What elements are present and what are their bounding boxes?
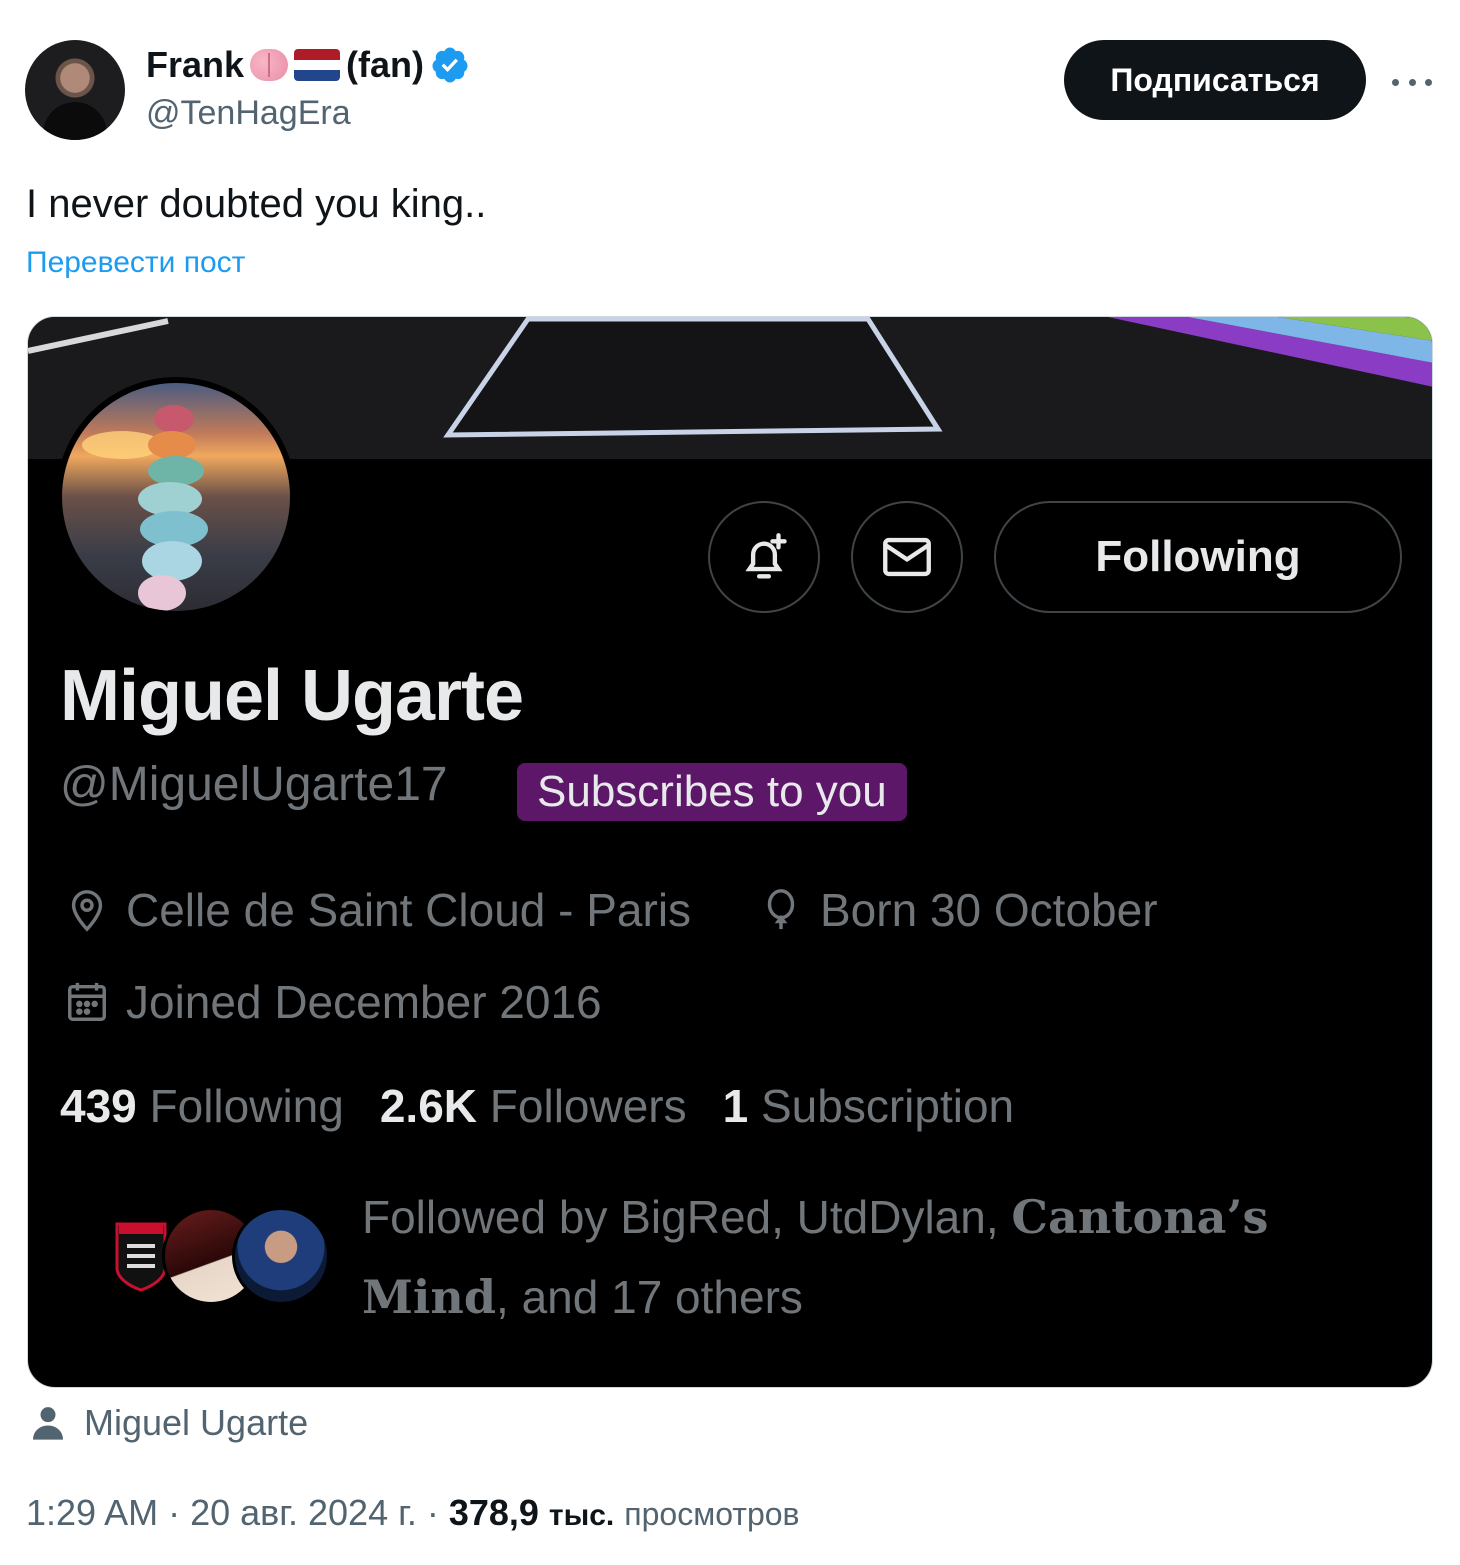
author-name-row[interactable]: Frank (fan) [146,42,470,88]
author-name-suffix[interactable]: (fan) [346,44,424,86]
subscribe-button[interactable]: Подписаться [1064,40,1366,120]
notify-button[interactable] [708,501,820,613]
more-options-icon[interactable] [1392,62,1432,102]
tweet-text: I never doubted you king.. [26,182,487,226]
avatar-cantonas-mind [232,1207,330,1305]
followers-stat[interactable]: 2.6K Followers [380,1079,687,1133]
following-button[interactable]: Following [994,501,1402,613]
profile-name: Miguel Ugarte [60,656,524,736]
media-author-name[interactable]: Miguel Ugarte [84,1402,308,1444]
tweet-meta-row: 1:29 AM · 20 авг. 2024 г. · 378,9 тыс. п… [26,1492,800,1534]
stats-row: 439 Following 2.6K Followers 1 Subscript… [60,1079,1014,1133]
author-name[interactable]: Frank [146,44,244,86]
profile-handle: @MiguelUgarte17 [60,758,448,811]
subscriptions-stat[interactable]: 1 Subscription [723,1079,1015,1133]
mail-icon [883,537,931,577]
bell-plus-icon [745,533,787,579]
message-button[interactable] [851,501,963,613]
verified-badge-icon [432,47,468,83]
location-pin-icon [71,890,103,932]
profile-avatar[interactable] [56,377,296,617]
birthday-row: Born 30 October [758,883,1158,937]
author-avatar[interactable] [25,40,125,140]
views-count: 378,9 [448,1492,539,1533]
netherlands-flag-icon [294,49,341,81]
location-row: Celle de Saint Cloud - Paris [64,883,691,937]
brain-emoji-icon [250,49,289,81]
followers-you-know-avatars [92,1199,332,1319]
birthday-text: Born 30 October [820,884,1158,936]
person-icon [33,1407,63,1440]
location-text: Celle de Saint Cloud - Paris [126,884,692,936]
tweet-timestamp[interactable]: 1:29 AM · 20 авг. 2024 г. · [26,1492,439,1534]
calendar-icon [68,982,106,1021]
joined-row: Joined December 2016 [64,975,602,1029]
following-stat[interactable]: 439 Following [60,1079,344,1133]
views-label: просмотров [624,1496,800,1532]
followed-by-text: Followed by BigRed, UtdDylan, Cantona’s … [362,1190,1269,1324]
translate-post-link[interactable]: Перевести пост [26,246,245,280]
subscribes-to-you-badge: Subscribes to you [517,763,907,821]
joined-text: Joined December 2016 [126,976,602,1028]
media-tag-row[interactable]: Miguel Ugarte [28,1402,308,1444]
views-unit: тыс. [548,1499,615,1532]
author-handle[interactable]: @TenHagEra [146,94,351,133]
attached-image-profile-screenshot[interactable]: Following Miguel Ugarte @MiguelUgarte17 … [27,316,1433,1388]
balloon-icon [767,889,795,930]
